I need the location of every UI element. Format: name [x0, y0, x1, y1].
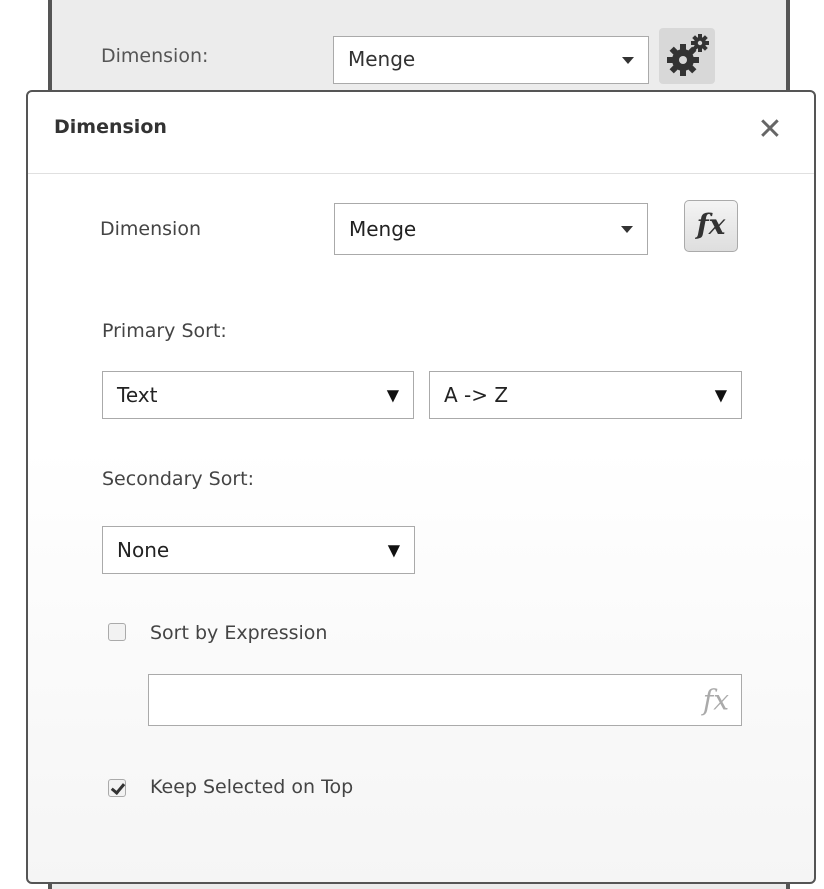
dimension-dialog: Dimension ✕ Dimension Menge fx Primary S…	[26, 90, 816, 884]
keep-selected-label: Keep Selected on Top	[150, 776, 354, 798]
close-button[interactable]: ✕	[752, 112, 788, 148]
secondary-sort-type-value: None	[117, 538, 170, 562]
background-dimension-label: Dimension:	[101, 45, 209, 67]
dialog-header: Dimension ✕	[28, 92, 814, 174]
dialog-title: Dimension	[54, 116, 167, 138]
chevron-down-icon	[621, 226, 633, 233]
background-dimension-select[interactable]: Menge	[333, 36, 649, 84]
primary-sort-order-select[interactable]: A -> Z ▼	[429, 371, 742, 419]
primary-sort-label: Primary Sort:	[102, 320, 227, 342]
gear-icon	[667, 34, 709, 76]
dimension-select[interactable]: Menge	[334, 203, 648, 255]
sort-by-expression-checkbox[interactable]	[108, 623, 126, 641]
secondary-sort-label: Secondary Sort:	[102, 468, 255, 490]
function-icon[interactable]: fx	[703, 684, 729, 717]
dimension-select-value: Menge	[349, 217, 417, 241]
chevron-down-icon	[622, 57, 634, 64]
background-dimension-value: Menge	[348, 47, 416, 71]
primary-sort-type-value: Text	[117, 383, 158, 407]
secondary-sort-type-select[interactable]: None ▼	[102, 526, 415, 574]
sort-by-expression-label: Sort by Expression	[150, 622, 328, 644]
dimension-expression-button[interactable]: fx	[684, 200, 738, 252]
keep-selected-checkbox[interactable]	[108, 779, 126, 797]
settings-button[interactable]	[659, 28, 715, 84]
sort-expression-input[interactable]: fx	[148, 674, 742, 726]
primary-sort-order-value: A -> Z	[444, 383, 509, 407]
dropdown-arrow-icon: ▼	[387, 540, 400, 560]
dimension-label: Dimension	[100, 218, 201, 240]
primary-sort-type-select[interactable]: Text ▼	[102, 371, 414, 419]
dropdown-arrow-icon: ▼	[714, 385, 727, 405]
function-icon: fx	[696, 208, 726, 241]
dropdown-arrow-icon: ▼	[386, 385, 399, 405]
close-icon: ✕	[757, 112, 783, 147]
